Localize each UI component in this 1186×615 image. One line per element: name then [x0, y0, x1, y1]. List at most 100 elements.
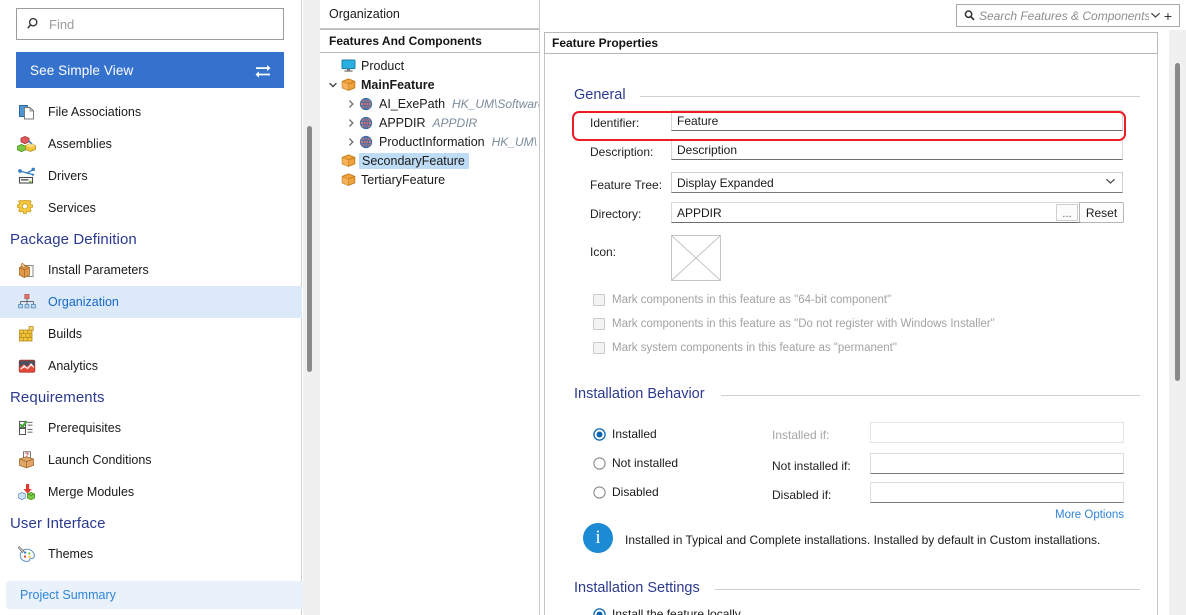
general-section-title: General [574, 87, 633, 103]
organization-icon [16, 291, 38, 313]
chevron-down-icon [1105, 177, 1116, 188]
directory-browse-label: ... [1062, 208, 1072, 220]
chevron-right-icon[interactable] [344, 99, 358, 109]
chevron-right-icon[interactable] [344, 137, 358, 147]
more-options-link[interactable]: More Options [1055, 509, 1124, 521]
tree-row[interactable]: TertiaryFeature [320, 170, 539, 189]
launch-conditions-icon: ? [16, 449, 38, 471]
tree-row[interactable]: SecondaryFeature [320, 151, 539, 170]
do-not-register-checkbox-row[interactable]: Mark components in this feature as "Do n… [593, 318, 995, 330]
globe-icon [358, 115, 374, 131]
tree-row-label: APPDIR [379, 115, 426, 130]
installed-if-input[interactable] [870, 422, 1124, 443]
prerequisites-icon [16, 417, 38, 439]
radio-installed[interactable]: Installed [593, 427, 657, 441]
directory-label: Directory: [590, 207, 642, 221]
tree-row-label: ProductInformation [379, 134, 485, 149]
sidebar-scrollbar-thumb[interactable] [307, 126, 312, 372]
sidebar-item-prerequisites[interactable]: Prerequisites [0, 412, 302, 444]
tree-row-path: HK_UM\Software [452, 96, 539, 111]
install-parameters-icon [16, 259, 38, 281]
feature-icon-preview[interactable] [671, 235, 721, 281]
tree-row-path: HK_UM\ [491, 134, 537, 149]
not-installed-if-input[interactable] [870, 453, 1124, 474]
sidebar-item-merge-modules[interactable]: Merge Modules [0, 476, 302, 508]
radio-unselected-icon [593, 456, 606, 470]
do-not-register-label: Mark components in this feature as "Do n… [612, 318, 995, 330]
find-placeholder: Find [49, 16, 75, 32]
sidebar-item-assemblies[interactable]: Assemblies [0, 128, 302, 160]
sidebar-item-analytics[interactable]: Analytics [0, 350, 302, 382]
feature-properties-tab[interactable]: Feature Properties [544, 32, 1158, 54]
feature-properties-tab-label: Feature Properties [552, 36, 659, 50]
mark-64bit-label: Mark components in this feature as "64-b… [612, 294, 892, 306]
sidebar-item-launch-conditions[interactable]: ? Launch Conditions [0, 444, 302, 476]
radio-install-locally[interactable]: Install the feature locally [593, 607, 741, 615]
chevron-right-icon[interactable] [344, 118, 358, 128]
globe-icon [358, 134, 374, 150]
tree-body: Product MainFeature AI_ExePath HK_UM\Sof… [320, 53, 539, 189]
plus-icon[interactable]: + [1162, 9, 1174, 23]
installation-settings-section-title: Installation Settings [574, 580, 707, 596]
tree-row[interactable]: APPDIR APPDIR [320, 113, 539, 132]
info-icon: i [583, 523, 613, 553]
search-input[interactable]: Search Features & Components + [956, 4, 1180, 27]
themes-icon [16, 543, 38, 565]
project-summary-button[interactable]: Project Summary [6, 581, 306, 609]
description-value: Description [677, 142, 738, 157]
radio-install-locally-label: Install the feature locally [612, 607, 741, 615]
see-simple-view-button[interactable]: See Simple View [16, 52, 284, 88]
sidebar-item-label: Themes [48, 547, 94, 561]
tree-row-label: AI_ExePath [379, 96, 446, 111]
sidebar-item-label: Analytics [48, 359, 99, 373]
not-installed-if-label: Not installed if: [772, 459, 851, 473]
sidebar-item-drivers[interactable]: Drivers [0, 160, 302, 192]
tree-row[interactable]: Product [320, 56, 539, 75]
directory-reset-button[interactable]: Reset [1079, 202, 1124, 223]
mark-permanent-checkbox-row[interactable]: Mark system components in this feature a… [593, 342, 897, 354]
radio-installed-label: Installed [612, 427, 657, 441]
chevron-down-icon[interactable] [326, 80, 340, 90]
description-label: Description: [590, 145, 654, 159]
description-input[interactable]: Description [671, 139, 1123, 160]
info-message: Installed in Typical and Complete instal… [625, 533, 1101, 547]
find-input[interactable]: Find [16, 8, 284, 40]
tree-row-path: APPDIR [432, 115, 478, 130]
tree-row-label: MainFeature [361, 77, 435, 92]
mark-64bit-checkbox-row[interactable]: Mark components in this feature as "64-b… [593, 294, 891, 306]
mark-64bit-checkbox[interactable] [593, 294, 605, 306]
directory-reset-label: Reset [1085, 205, 1118, 220]
radio-disabled[interactable]: Disabled [593, 485, 659, 499]
features-and-components-header: Features And Components [320, 29, 539, 53]
tree-row-label: TertiaryFeature [361, 172, 446, 187]
sidebar-item-builds[interactable]: Builds [0, 318, 302, 350]
radio-not-installed[interactable]: Not installed [593, 456, 678, 470]
tree-row[interactable]: ProductInformation HK_UM\ [320, 132, 539, 151]
do-not-register-checkbox[interactable] [593, 318, 605, 330]
organization-tab[interactable]: Organization [320, 0, 539, 29]
tree-row[interactable]: MainFeature [320, 75, 539, 94]
sidebar-item-services[interactable]: Services [0, 192, 302, 224]
directory-input[interactable]: APPDIR [671, 202, 1081, 223]
directory-browse-button[interactable]: ... [1056, 204, 1078, 221]
sidebar-item-file-associations[interactable]: File Associations [0, 96, 302, 128]
radio-disabled-label: Disabled [612, 485, 659, 499]
disabled-if-input[interactable] [870, 482, 1124, 503]
mark-permanent-checkbox[interactable] [593, 342, 605, 354]
left-sidebar: Find See Simple View File Associations A… [0, 0, 306, 615]
sidebar-item-organization[interactable]: Organization [0, 286, 302, 318]
identifier-input[interactable]: Feature [671, 110, 1123, 131]
services-icon [16, 197, 38, 219]
application-window: Find See Simple View File Associations A… [0, 0, 1186, 615]
search-icon [27, 17, 38, 29]
sidebar-item-label: Organization [48, 295, 119, 309]
installation-behavior-section-rule [721, 395, 1140, 396]
assemblies-icon [16, 133, 38, 155]
sidebar-item-install-parameters[interactable]: Install Parameters [0, 254, 302, 286]
sidebar-item-themes[interactable]: Themes [0, 538, 302, 570]
chevron-down-icon[interactable] [1149, 10, 1162, 22]
feature-tree-select[interactable]: Display Expanded [671, 172, 1123, 193]
sidebar-nav-list: File Associations Assemblies Drivers Ser… [0, 96, 302, 570]
tree-row[interactable]: AI_ExePath HK_UM\Software [320, 94, 539, 113]
properties-scrollbar-thumb[interactable] [1175, 63, 1180, 381]
